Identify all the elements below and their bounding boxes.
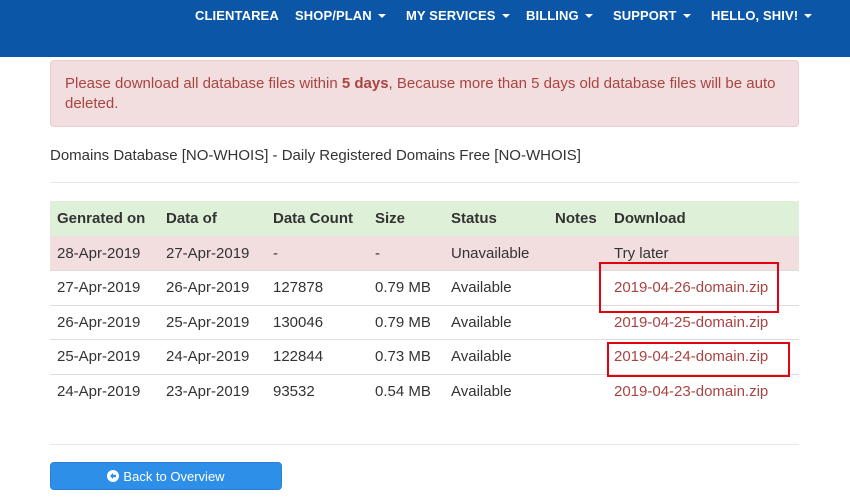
cell-generated: 26-Apr-2019	[50, 304, 159, 340]
cell-size: 0.79 MB	[368, 270, 444, 305]
nav-clientarea[interactable]: CLIENTAREA	[195, 8, 279, 23]
annotation-highlight-box	[607, 342, 790, 377]
column-header: Genrated on	[50, 201, 159, 236]
divider	[50, 182, 799, 183]
cell-status: Available	[444, 304, 548, 340]
caret-down-icon	[682, 13, 691, 18]
table-row: 24-Apr-2019 23-Apr-2019 93532 0.54 MB Av…	[50, 373, 799, 409]
cell-notes	[548, 339, 607, 374]
cell-data-of: 25-Apr-2019	[159, 304, 266, 340]
column-header: Data Count	[266, 201, 368, 236]
download-link[interactable]: 2019-04-23-domain.zip	[614, 383, 768, 400]
cell-data-of: 23-Apr-2019	[159, 373, 266, 409]
nav-billing[interactable]: BILLING	[526, 8, 593, 23]
cell-count: 130046	[266, 304, 368, 340]
cell-status: Unavailable	[444, 236, 548, 271]
cell-size: 0.79 MB	[368, 304, 444, 340]
deletion-warning-alert: Please download all database files withi…	[50, 60, 799, 127]
back-button-label: Back to Overview	[123, 468, 225, 484]
caret-down-icon	[377, 13, 386, 18]
caret-down-icon	[584, 13, 593, 18]
cell-size: 0.73 MB	[368, 339, 444, 374]
table-header-row: Genrated on Data of Data Count Size Stat…	[50, 201, 799, 236]
arrow-circle-left-icon	[107, 470, 120, 482]
top-navbar: CLIENTAREA SHOP/PLAN MY SERVICES BILLING…	[0, 0, 850, 57]
nav-shop-plan[interactable]: SHOP/PLAN	[295, 8, 386, 23]
divider	[50, 444, 799, 445]
cell-count: 127878	[266, 270, 368, 305]
cell-generated: 24-Apr-2019	[50, 373, 159, 409]
cell-size: 0.54 MB	[368, 373, 444, 409]
cell-data-of: 26-Apr-2019	[159, 270, 266, 305]
page-title: Domains Database [NO-WHOIS] - Daily Regi…	[50, 147, 581, 164]
cell-count: 122844	[266, 339, 368, 374]
column-header: Notes	[548, 201, 607, 236]
back-to-overview-button[interactable]: Back to Overview	[50, 462, 282, 490]
cell-download: 2019-04-23-domain.zip	[607, 373, 799, 409]
cell-count: -	[266, 236, 368, 271]
cell-data-of: 27-Apr-2019	[159, 236, 266, 271]
cell-generated: 28-Apr-2019	[50, 236, 159, 271]
column-header: Data of	[159, 201, 266, 236]
nav-my-services[interactable]: MY SERVICES	[406, 8, 510, 23]
cell-status: Available	[444, 373, 548, 409]
caret-down-icon	[501, 13, 510, 18]
column-header: Status	[444, 201, 548, 236]
cell-data-of: 24-Apr-2019	[159, 339, 266, 374]
cell-generated: 27-Apr-2019	[50, 270, 159, 305]
cell-generated: 25-Apr-2019	[50, 339, 159, 374]
nav-support[interactable]: SUPPORT	[613, 8, 691, 23]
caret-down-icon	[804, 13, 813, 18]
column-header: Size	[368, 201, 444, 236]
cell-notes	[548, 373, 607, 409]
cell-size: -	[368, 236, 444, 271]
nav-user-menu[interactable]: HELLO, SHIV!	[711, 8, 813, 23]
column-header: Download	[607, 201, 799, 236]
annotation-highlight-box	[599, 262, 779, 313]
download-link[interactable]: 2019-04-25-domain.zip	[614, 314, 768, 331]
cell-count: 93532	[266, 373, 368, 409]
cell-status: Available	[444, 339, 548, 374]
cell-status: Available	[444, 270, 548, 305]
